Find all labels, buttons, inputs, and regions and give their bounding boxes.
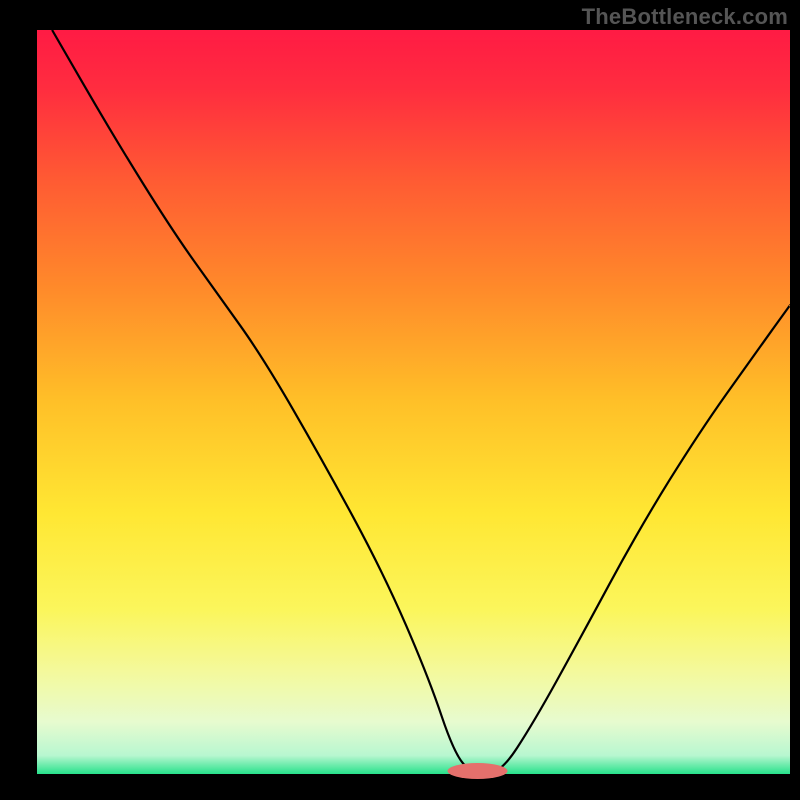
bottleneck-chart — [0, 0, 800, 800]
watermark-text: TheBottleneck.com — [582, 4, 788, 30]
optimal-marker — [448, 763, 508, 779]
plot-background — [37, 30, 790, 774]
chart-frame: TheBottleneck.com — [0, 0, 800, 800]
